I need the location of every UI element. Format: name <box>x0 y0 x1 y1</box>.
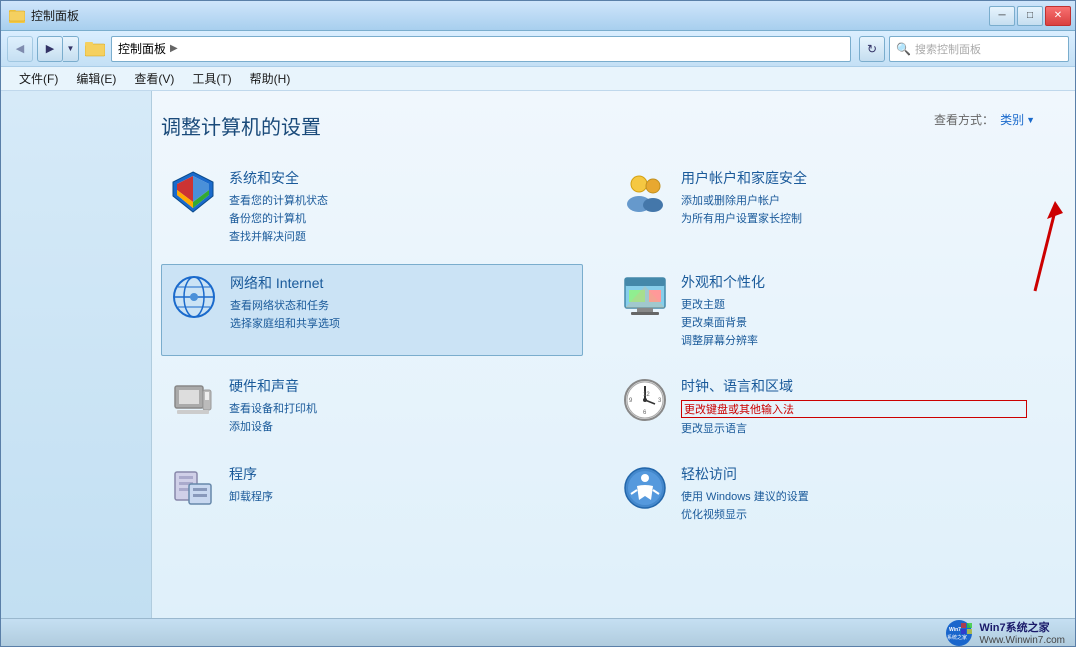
cp-item-network[interactable]: 网络和 Internet 查看网络状态和任务 选择家庭组和共享选项 <box>161 264 583 356</box>
appearance-icon <box>621 272 669 320</box>
system-security-icon <box>169 168 217 216</box>
menu-bar: 文件(F) 编辑(E) 查看(V) 工具(T) 帮助(H) <box>1 67 1075 91</box>
logo-url-text: Www.Winwin7.com <box>979 635 1065 646</box>
link-display-language[interactable]: 更改显示语言 <box>681 420 1027 436</box>
cp-item-appearance[interactable]: 外观和个性化 更改主题 更改桌面背景 调整屏幕分辨率 <box>613 264 1035 356</box>
network-links: 查看网络状态和任务 选择家庭组和共享选项 <box>230 297 574 331</box>
ease-access-links: 使用 Windows 建议的设置 优化视频显示 <box>681 488 1027 522</box>
clock-links: 更改键盘或其他输入法 更改显示语言 <box>681 400 1027 436</box>
back-button[interactable]: ◀ <box>7 36 33 62</box>
system-security-title[interactable]: 系统和安全 <box>229 168 575 188</box>
logo-main-text: Win7系统之家 <box>979 619 1065 635</box>
ease-access-icon <box>621 464 669 512</box>
logo-text-block: Win7系统之家 Www.Winwin7.com <box>979 619 1065 646</box>
clock-text: 时钟、语言和区域 更改键盘或其他输入法 更改显示语言 <box>681 376 1027 436</box>
link-add-user[interactable]: 添加或删除用户帐户 <box>681 192 1027 208</box>
hardware-text: 硬件和声音 查看设备和打印机 添加设备 <box>229 376 575 434</box>
address-bar[interactable]: 控制面板 ▶ <box>111 36 851 62</box>
view-mode-value[interactable]: 类别 ▼ <box>1000 111 1035 128</box>
link-backup[interactable]: 备份您的计算机 <box>229 210 575 226</box>
cp-item-hardware[interactable]: 硬件和声音 查看设备和打印机 添加设备 <box>161 368 583 444</box>
main-content: 查看方式： 类别 ▼ 调整计算机的设置 <box>1 91 1075 618</box>
link-desktop-bg[interactable]: 更改桌面背景 <box>681 314 1027 330</box>
programs-icon <box>169 464 217 512</box>
link-windows-suggestions[interactable]: 使用 Windows 建议的设置 <box>681 488 1027 504</box>
title-bar-left: 控制面板 <box>9 7 79 24</box>
view-mode-label: 查看方式： <box>934 111 994 128</box>
svg-text:Win7: Win7 <box>949 627 961 633</box>
cp-item-programs[interactable]: 程序 卸载程序 <box>161 456 583 530</box>
user-accounts-title[interactable]: 用户帐户和家庭安全 <box>681 168 1027 188</box>
hardware-icon <box>169 376 217 424</box>
control-panel-grid: 系统和安全 查看您的计算机状态 备份您的计算机 查找并解决问题 <box>161 160 1035 530</box>
ease-access-title[interactable]: 轻松访问 <box>681 464 1027 484</box>
menu-file[interactable]: 文件(F) <box>11 68 66 89</box>
window: 控制面板 ─ □ ✕ ◀ ▶ ▼ 控制面板 ▶ ↻ 🔍 搜索控制面板 文件(F)… <box>0 0 1076 647</box>
user-accounts-icon <box>621 168 669 216</box>
cp-item-ease-access[interactable]: 轻松访问 使用 Windows 建议的设置 优化视频显示 <box>613 456 1035 530</box>
refresh-button[interactable]: ↻ <box>859 36 885 62</box>
cp-item-user-accounts[interactable]: 用户帐户和家庭安全 添加或删除用户帐户 为所有用户设置家长控制 <box>613 160 1035 252</box>
link-network-status[interactable]: 查看网络状态和任务 <box>230 297 574 313</box>
appearance-links: 更改主题 更改桌面背景 调整屏幕分辨率 <box>681 296 1027 348</box>
link-keyboard-input[interactable]: 更改键盘或其他输入法 <box>681 400 1027 418</box>
forward-button[interactable]: ▶ <box>37 36 63 62</box>
menu-help[interactable]: 帮助(H) <box>242 68 299 89</box>
link-devices-printers[interactable]: 查看设备和打印机 <box>229 400 575 416</box>
title-bar: 控制面板 ─ □ ✕ <box>1 1 1075 31</box>
search-placeholder: 搜索控制面板 <box>915 41 981 57</box>
nav-bar: ◀ ▶ ▼ 控制面板 ▶ ↻ 🔍 搜索控制面板 <box>1 31 1075 67</box>
hardware-links: 查看设备和打印机 添加设备 <box>229 400 575 434</box>
link-optimize-video[interactable]: 优化视频显示 <box>681 506 1027 522</box>
network-icon <box>170 273 218 321</box>
svg-text:系统之家: 系统之家 <box>947 634 967 641</box>
user-accounts-links: 添加或删除用户帐户 为所有用户设置家长控制 <box>681 192 1027 226</box>
menu-view[interactable]: 查看(V) <box>126 68 182 89</box>
menu-tools[interactable]: 工具(T) <box>184 68 239 89</box>
close-button[interactable]: ✕ <box>1045 6 1071 26</box>
system-security-text: 系统和安全 查看您的计算机状态 备份您的计算机 查找并解决问题 <box>229 168 575 244</box>
folder-icon <box>9 8 25 24</box>
cp-item-clock[interactable]: 12 3 6 9 时钟、语言和区域 更改键盘或其他输入法 更改显示语言 <box>613 368 1035 444</box>
link-parental-control[interactable]: 为所有用户设置家长控制 <box>681 210 1027 226</box>
clock-icon: 12 3 6 9 <box>621 376 669 424</box>
address-text: 控制面板 <box>118 40 166 57</box>
search-bar[interactable]: 🔍 搜索控制面板 <box>889 36 1069 62</box>
network-text: 网络和 Internet 查看网络状态和任务 选择家庭组和共享选项 <box>230 273 574 331</box>
search-icon: 🔍 <box>896 42 911 56</box>
logo-icon: Win7 系统之家 <box>945 619 973 647</box>
maximize-button[interactable]: □ <box>1017 6 1043 26</box>
user-accounts-text: 用户帐户和家庭安全 添加或删除用户帐户 为所有用户设置家长控制 <box>681 168 1027 226</box>
clock-title[interactable]: 时钟、语言和区域 <box>681 376 1027 396</box>
address-folder-icon <box>85 39 105 59</box>
appearance-title[interactable]: 外观和个性化 <box>681 272 1027 292</box>
cp-item-system-security[interactable]: 系统和安全 查看您的计算机状态 备份您的计算机 查找并解决问题 <box>161 160 583 252</box>
nav-dropdown[interactable]: ▼ <box>63 36 79 62</box>
link-uninstall[interactable]: 卸载程序 <box>229 488 575 504</box>
bottom-logo: Win7 系统之家 Win7系统之家 Www.Winwin7.com <box>945 619 1065 647</box>
link-homegroup[interactable]: 选择家庭组和共享选项 <box>230 315 574 331</box>
network-title[interactable]: 网络和 Internet <box>230 273 574 293</box>
address-arrow: ▶ <box>170 43 178 54</box>
programs-title[interactable]: 程序 <box>229 464 575 484</box>
hardware-title[interactable]: 硬件和声音 <box>229 376 575 396</box>
ease-access-text: 轻松访问 使用 Windows 建议的设置 优化视频显示 <box>681 464 1027 522</box>
menu-edit[interactable]: 编辑(E) <box>68 68 124 89</box>
appearance-text: 外观和个性化 更改主题 更改桌面背景 调整屏幕分辨率 <box>681 272 1027 348</box>
minimize-button[interactable]: ─ <box>989 6 1015 26</box>
link-troubleshoot[interactable]: 查找并解决问题 <box>229 228 575 244</box>
title-bar-controls: ─ □ ✕ <box>989 6 1071 26</box>
link-add-device[interactable]: 添加设备 <box>229 418 575 434</box>
bottom-bar: Win7 系统之家 Win7系统之家 Www.Winwin7.com <box>1 618 1075 646</box>
view-mode-bar: 查看方式： 类别 ▼ <box>934 111 1035 128</box>
link-theme[interactable]: 更改主题 <box>681 296 1027 312</box>
page-title: 调整计算机的设置 <box>161 111 1035 140</box>
programs-links: 卸载程序 <box>229 488 575 504</box>
link-check-status[interactable]: 查看您的计算机状态 <box>229 192 575 208</box>
window-title: 控制面板 <box>31 7 79 24</box>
system-security-links: 查看您的计算机状态 备份您的计算机 查找并解决问题 <box>229 192 575 244</box>
link-resolution[interactable]: 调整屏幕分辨率 <box>681 332 1027 348</box>
svg-text:12: 12 <box>643 392 650 398</box>
programs-text: 程序 卸载程序 <box>229 464 575 504</box>
